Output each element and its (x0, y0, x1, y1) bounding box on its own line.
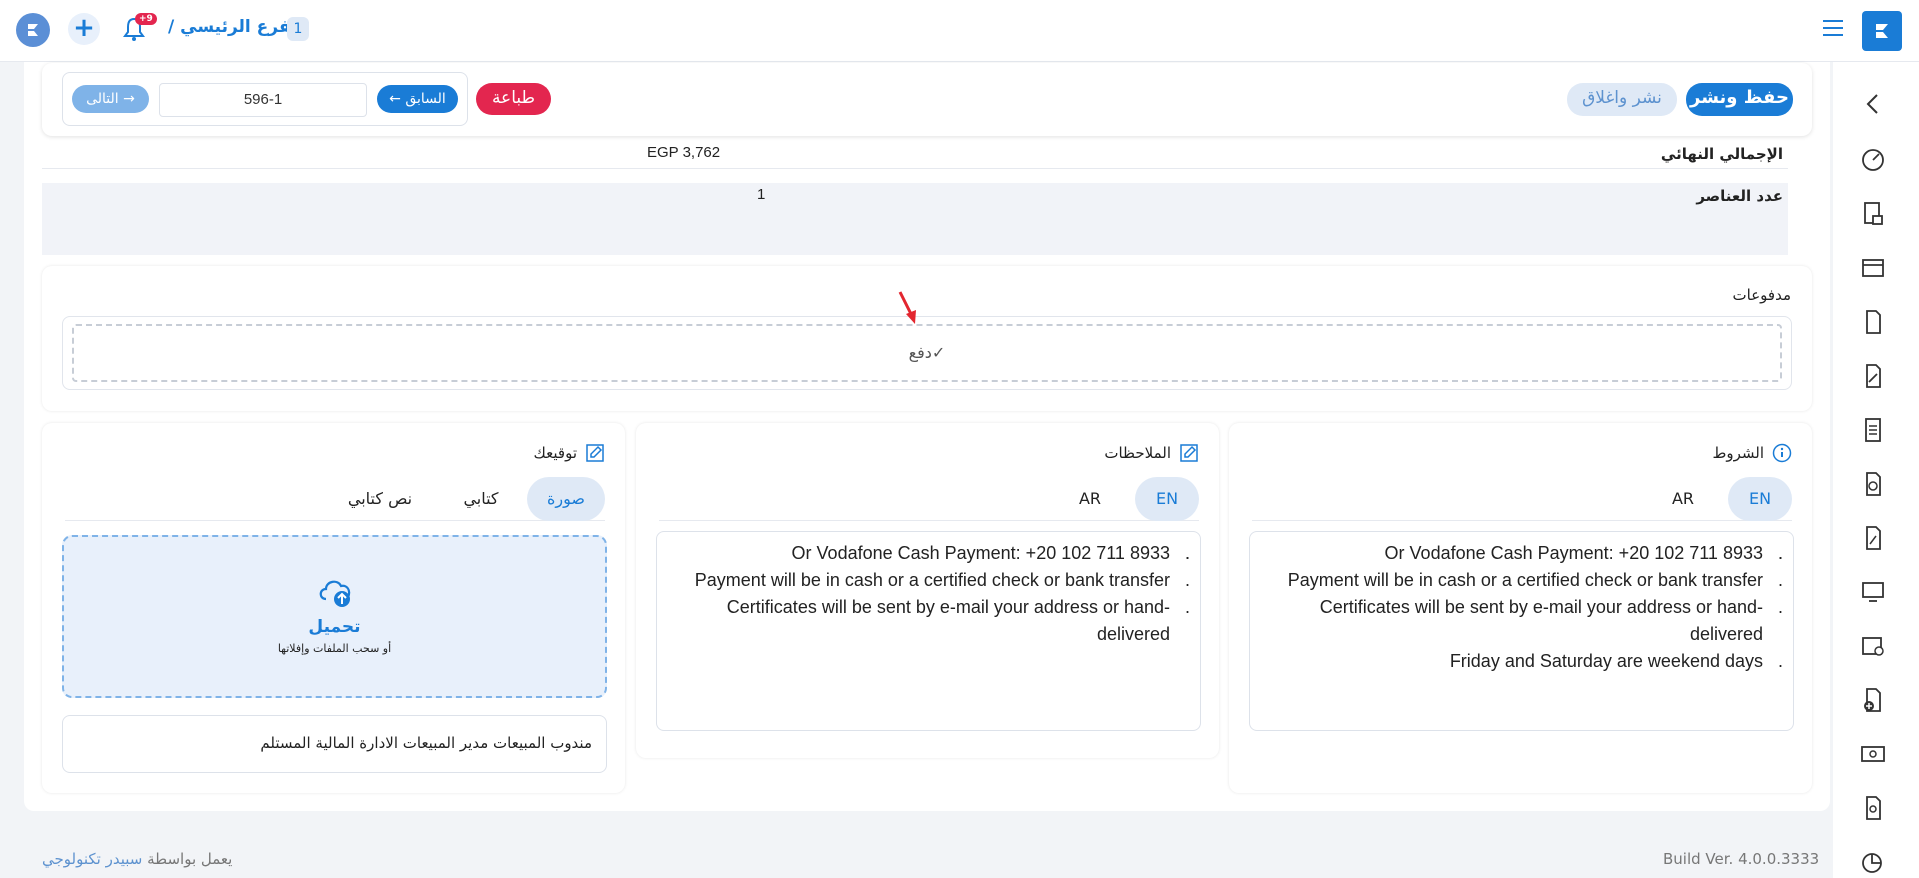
terms-tab-en[interactable]: EN (1728, 477, 1792, 521)
edit-icon (1180, 444, 1198, 462)
notes-line: Payment will be in cash or a certified c… (667, 567, 1190, 594)
summary-footer (42, 218, 1788, 255)
add-document-icon[interactable] (1859, 686, 1887, 714)
notes-card: الملاحظات EN AR Or Vodafone Cash Payment… (636, 423, 1219, 758)
discount-icon[interactable] (1859, 470, 1887, 498)
total-row: الإجمالي النهائي EGP 3,762 (42, 141, 1788, 169)
branch-name[interactable]: الفرع الرئيسي / (168, 17, 303, 37)
collapse-chevron-icon[interactable] (1859, 90, 1887, 118)
company-link[interactable]: سبيدر تكنولوجي (42, 850, 142, 868)
notes-textarea[interactable]: Or Vodafone Cash Payment: +20 102 711 89… (656, 531, 1201, 731)
items-count-value: 1 (757, 186, 766, 203)
document-number-input[interactable]: 596-1 (159, 83, 367, 117)
terms-line: Certificates will be sent by e-mail your… (1260, 594, 1783, 648)
total-value: EGP 3,762 (647, 144, 721, 161)
save-publish-button[interactable]: حفظ ونشر (1686, 83, 1793, 116)
terms-title: الشروط (1712, 444, 1764, 462)
terms-line: Payment will be in cash or a certified c… (1260, 567, 1783, 594)
items-count-label: عدد العناصر (1696, 187, 1783, 205)
publish-close-button[interactable]: نشر واغلاق (1567, 83, 1677, 116)
coupon-icon[interactable] (1859, 524, 1887, 552)
notes-header: الملاحظات (1104, 443, 1199, 463)
signature-header: توقيعك (534, 443, 606, 463)
powered-by: يعمل بواسطة سبيدر تكنولوجي (42, 850, 232, 868)
notes-title: الملاحظات (1104, 444, 1171, 462)
items-count-row: عدد العناصر 1 (42, 183, 1788, 218)
payments-area: ✓دفع (62, 316, 1792, 390)
terms-tab-ar[interactable]: AR (1658, 477, 1708, 521)
signature-line-field[interactable]: مندوب المبيعات مدير المبيعات الادارة الم… (62, 715, 607, 773)
upload-subtitle: أو سحب الملفات وإفلاتها (277, 642, 392, 655)
invoice-icon[interactable] (1859, 200, 1887, 228)
cloud-upload-icon (319, 580, 351, 607)
terms-textarea[interactable]: Or Vodafone Cash Payment: +20 102 711 89… (1249, 531, 1794, 731)
notification-badge: +9 (135, 13, 157, 25)
signature-tab-written[interactable]: كتابي (451, 477, 511, 521)
notes-line: Or Vodafone Cash Payment: +20 102 711 89… (667, 540, 1190, 567)
menu-icon[interactable] (1823, 20, 1843, 38)
store-icon[interactable] (1859, 254, 1887, 282)
pie-chart-icon[interactable] (1859, 848, 1887, 876)
add-button[interactable]: + (68, 13, 100, 45)
sidebar (1833, 62, 1919, 878)
terms-line: Friday and Saturday are weekend days (1260, 648, 1783, 675)
signature-title: توقيعك (533, 444, 578, 462)
terms-card: الشروط EN AR Or Vodafone Cash Payment: +… (1229, 423, 1812, 793)
report-icon[interactable] (1859, 416, 1887, 444)
next-button[interactable]: التالى → (72, 85, 149, 113)
payments-card: مدفوعات ✓دفع (42, 266, 1812, 411)
signature-tab-text[interactable]: نص كتابي (335, 477, 425, 521)
signature-upload-area[interactable]: تحميل أو سحب الملفات وإفلاتها (62, 535, 607, 698)
document-icon[interactable] (1859, 308, 1887, 336)
upload-title: تحميل (308, 617, 361, 637)
pointer-arrow-icon (898, 291, 916, 324)
branch-number: 1 (287, 17, 309, 41)
signature-tabs: صورة كتابي نص كتابي (65, 477, 605, 521)
app-logo-icon[interactable] (16, 13, 50, 47)
cash-icon[interactable] (1859, 740, 1887, 768)
notes-tab-en[interactable]: EN (1135, 477, 1199, 521)
notes-language-tabs: EN AR (659, 477, 1199, 521)
brand-logo-icon[interactable] (1862, 11, 1902, 51)
dashboard-icon[interactable] (1859, 146, 1887, 174)
signature-card: توقيعك صورة كتابي نص كتابي تحميل أو سحب … (42, 423, 625, 793)
previous-button[interactable]: ← السابق (377, 85, 458, 113)
top-bar: + +9 الفرع الرئيسي / 1 (0, 0, 1919, 62)
pos-icon[interactable] (1859, 578, 1887, 606)
print-button[interactable]: طباعة (476, 83, 551, 115)
terms-header: الشروط (1712, 443, 1792, 463)
powered-by-label: يعمل بواسطة (147, 850, 233, 868)
settings-card-icon[interactable] (1859, 632, 1887, 660)
notes-line: Certificates will be sent by e-mail your… (667, 594, 1190, 648)
info-icon (1772, 443, 1792, 463)
terms-language-tabs: EN AR (1252, 477, 1792, 521)
build-version: Build Ver. 4.0.0.3333 (1663, 850, 1820, 868)
payments-title: مدفوعات (1732, 286, 1791, 304)
signature-tab-image[interactable]: صورة (527, 477, 605, 521)
total-label: الإجمالي النهائي (1660, 145, 1783, 163)
notes-tab-ar[interactable]: AR (1065, 477, 1115, 521)
edit-icon (586, 444, 604, 462)
add-payment-button[interactable]: ✓دفع (72, 324, 1782, 382)
terms-line: Or Vodafone Cash Payment: +20 102 711 89… (1260, 540, 1783, 567)
tag-document-icon[interactable] (1859, 362, 1887, 390)
user-document-icon[interactable] (1859, 794, 1887, 822)
